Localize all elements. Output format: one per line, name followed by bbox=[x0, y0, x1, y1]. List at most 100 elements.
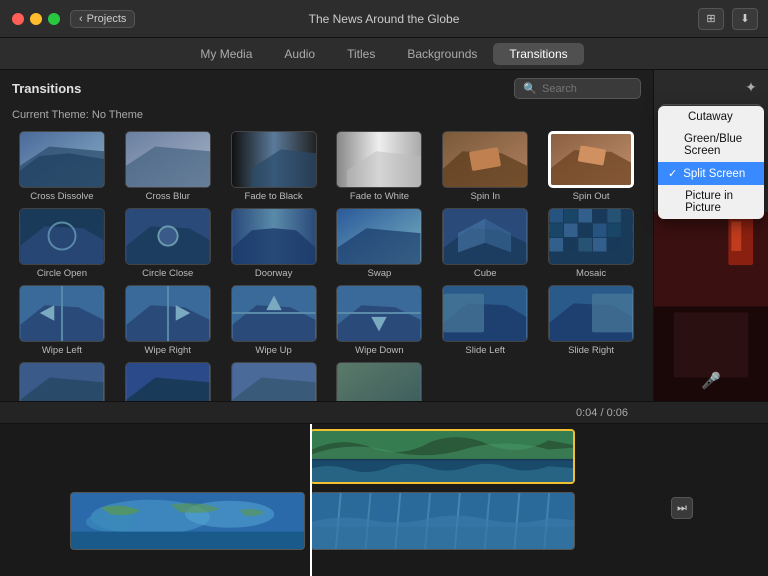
list-item[interactable] bbox=[118, 362, 218, 401]
list-item[interactable]: Mosaic bbox=[541, 208, 641, 279]
transition-label: Fade to White bbox=[350, 191, 409, 202]
timeline-header: 0:04 / 0:06 bbox=[0, 402, 768, 424]
transition-label: Wipe Left bbox=[42, 345, 82, 356]
magic-wand-icon[interactable]: ✦ bbox=[740, 76, 762, 98]
transition-thumb-r4b bbox=[125, 362, 211, 401]
list-item[interactable]: Doorway bbox=[224, 208, 324, 279]
dropdown-item-cutaway[interactable]: Cutaway bbox=[658, 106, 764, 128]
download-button[interactable]: ⬇ bbox=[732, 8, 758, 30]
transition-thumb-swap bbox=[336, 208, 422, 265]
transition-label: Cube bbox=[474, 268, 497, 279]
transition-thumb-cube bbox=[442, 208, 528, 265]
microphone-icon: 🎤 bbox=[701, 371, 721, 391]
list-item[interactable]: Swap bbox=[330, 208, 430, 279]
maximize-button[interactable] bbox=[48, 13, 60, 25]
dropdown-item-split-screen[interactable]: ✓ Split Screen bbox=[658, 162, 764, 185]
titlebar: ‹ Projects ⊞ ⬇ The News Around the Globe bbox=[0, 0, 768, 38]
projects-button[interactable]: ‹ Projects bbox=[70, 10, 135, 28]
transition-thumb-mosaic bbox=[548, 208, 634, 265]
list-item[interactable]: Fade to Black bbox=[224, 131, 324, 202]
transition-label: Swap bbox=[368, 268, 392, 279]
transition-thumb-cross-blur bbox=[125, 131, 211, 188]
tab-my-media[interactable]: My Media bbox=[184, 43, 268, 65]
timeline: 0:04 / 0:06 bbox=[0, 401, 768, 576]
transition-thumb-spin-out bbox=[548, 131, 634, 188]
list-item[interactable]: Spin Out bbox=[541, 131, 641, 202]
main-content: Transitions 🔍 Current Theme: No Theme bbox=[0, 70, 768, 401]
traffic-lights bbox=[0, 13, 60, 25]
grid-view-button[interactable]: ⊞ bbox=[698, 8, 724, 30]
dropdown-item-pip[interactable]: Picture in Picture bbox=[658, 185, 764, 219]
list-item[interactable]: Cross Blur bbox=[118, 131, 218, 202]
list-item[interactable]: Spin In bbox=[435, 131, 535, 202]
playhead bbox=[310, 424, 312, 576]
transition-label: Wipe Up bbox=[255, 345, 291, 356]
list-item[interactable]: Slide Left bbox=[435, 285, 535, 356]
list-item[interactable]: Wipe Down bbox=[330, 285, 430, 356]
video-clip-waterfall[interactable] bbox=[310, 492, 575, 550]
minimize-button[interactable] bbox=[30, 13, 42, 25]
transition-thumb-wipe-left bbox=[19, 285, 105, 342]
transitions-panel: Transitions 🔍 Current Theme: No Theme bbox=[0, 70, 653, 401]
window-title: The News Around the Globe bbox=[309, 12, 460, 26]
transition-thumb-cross-dissolve bbox=[19, 131, 105, 188]
checkmark-icon: ✓ bbox=[668, 167, 677, 180]
transition-thumb-r4d bbox=[336, 362, 422, 401]
list-item[interactable]: Circle Open bbox=[12, 208, 112, 279]
list-item[interactable]: Slide Right bbox=[541, 285, 641, 356]
transition-thumb-slide-right bbox=[548, 285, 634, 342]
transition-thumb-wipe-down bbox=[336, 285, 422, 342]
playhead-triangle bbox=[305, 424, 317, 425]
transition-label: Spin In bbox=[470, 191, 500, 202]
panel-header: Transitions 🔍 bbox=[0, 70, 653, 107]
transition-label: Circle Close bbox=[142, 268, 193, 279]
transition-thumb-fade-white bbox=[336, 131, 422, 188]
transition-label: Cross Blur bbox=[146, 191, 190, 202]
list-item[interactable]: Cross Dissolve bbox=[12, 131, 112, 202]
preview-image: 🎤 bbox=[654, 212, 768, 401]
transition-label: Fade to Black bbox=[245, 191, 303, 202]
dropdown-item-green-blue[interactable]: Green/Blue Screen bbox=[658, 128, 764, 162]
tab-backgrounds[interactable]: Backgrounds bbox=[391, 43, 493, 65]
transition-label: Spin Out bbox=[573, 191, 610, 202]
list-item[interactable] bbox=[224, 362, 324, 401]
timeline-body: ⏭ bbox=[0, 424, 768, 576]
tab-titles[interactable]: Titles bbox=[331, 43, 391, 65]
transition-thumb-circle-close bbox=[125, 208, 211, 265]
nav-tabs: My Media Audio Titles Backgrounds Transi… bbox=[0, 38, 768, 70]
transition-thumb-fade-black bbox=[231, 131, 317, 188]
transition-label: Slide Right bbox=[568, 345, 614, 356]
tab-transitions[interactable]: Transitions bbox=[493, 43, 583, 65]
panel-title: Transitions bbox=[12, 81, 81, 96]
list-item[interactable]: Wipe Right bbox=[118, 285, 218, 356]
video-clip-aurora[interactable] bbox=[310, 429, 575, 484]
transition-label: Wipe Right bbox=[145, 345, 191, 356]
video-clip-map[interactable] bbox=[70, 492, 305, 550]
transition-thumb-wipe-up bbox=[231, 285, 317, 342]
transition-label: Doorway bbox=[255, 268, 293, 279]
transition-thumb-spin-in bbox=[442, 131, 528, 188]
transition-thumb-circle-open bbox=[19, 208, 105, 265]
list-item[interactable] bbox=[330, 362, 430, 401]
close-button[interactable] bbox=[12, 13, 24, 25]
list-item[interactable]: Cube bbox=[435, 208, 535, 279]
tab-audio[interactable]: Audio bbox=[268, 43, 331, 65]
list-item[interactable]: Circle Close bbox=[118, 208, 218, 279]
search-input[interactable] bbox=[542, 83, 632, 95]
search-box[interactable]: 🔍 bbox=[514, 78, 641, 99]
transition-thumb-slide-left bbox=[442, 285, 528, 342]
transition-label: Mosaic bbox=[576, 268, 606, 279]
list-item[interactable] bbox=[12, 362, 112, 401]
transitions-grid: Cross Dissolve Cross Blur bbox=[0, 127, 653, 401]
projects-label: Projects bbox=[87, 13, 127, 25]
list-item[interactable]: Wipe Left bbox=[12, 285, 112, 356]
transition-thumb-doorway bbox=[231, 208, 317, 265]
skip-to-end-button[interactable]: ⏭ bbox=[671, 497, 693, 519]
transition-label: Wipe Down bbox=[355, 345, 404, 356]
right-panel: ✦ Split Screen ▼ ↓ Cutaway Green/Blue Sc… bbox=[653, 70, 768, 401]
dropdown-menu: Cutaway Green/Blue Screen ✓ Split Screen… bbox=[658, 106, 764, 219]
transition-thumb-wipe-right bbox=[125, 285, 211, 342]
transition-label: Circle Open bbox=[37, 268, 87, 279]
list-item[interactable]: Wipe Up bbox=[224, 285, 324, 356]
list-item[interactable]: Fade to White bbox=[330, 131, 430, 202]
